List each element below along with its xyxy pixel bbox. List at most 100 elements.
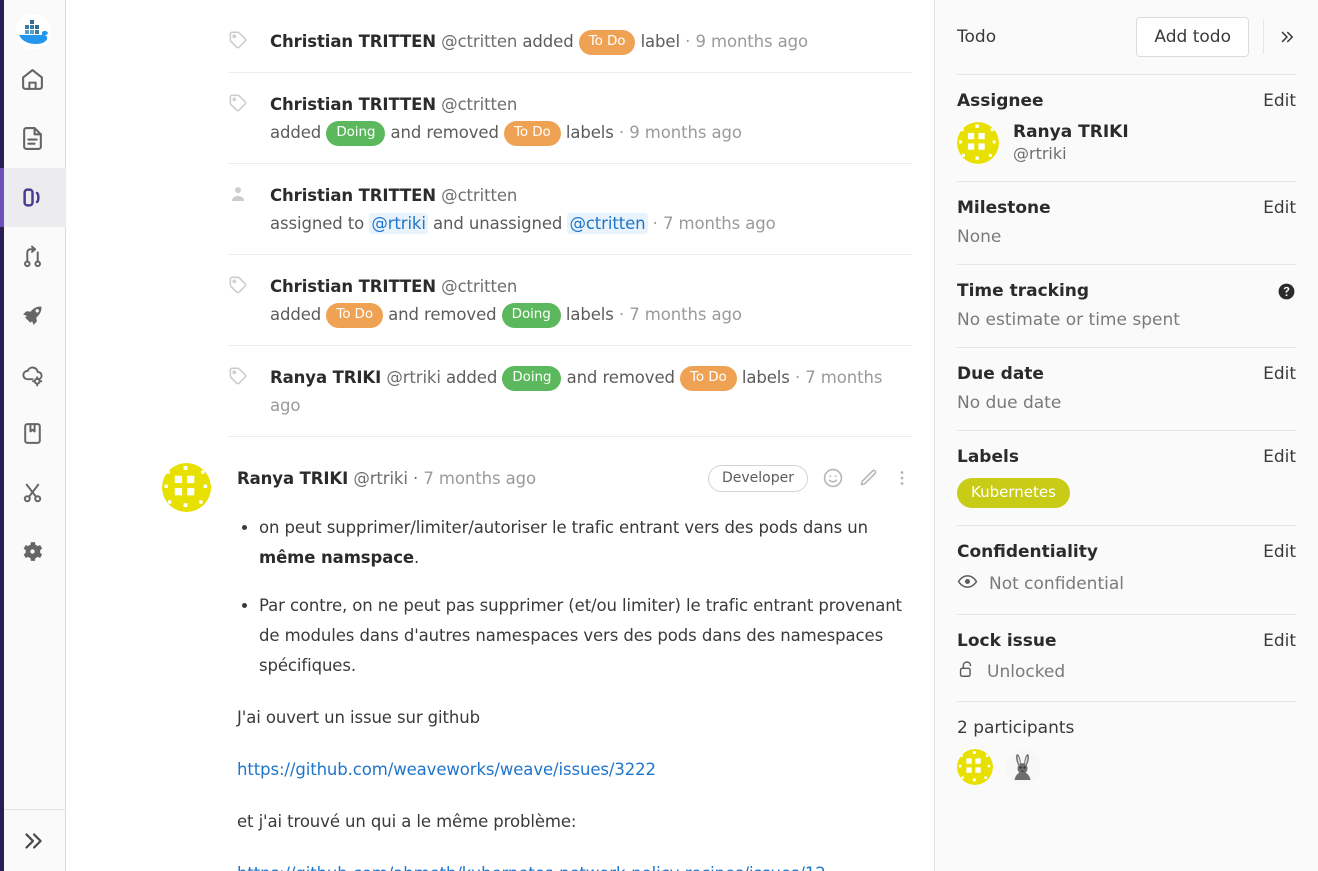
merge-request-icon — [24, 245, 41, 268]
sidebar-item-packages[interactable] — [0, 404, 66, 463]
avatar-participant-rabbit[interactable] — [1005, 749, 1041, 785]
sidebar-item-issues[interactable] — [0, 168, 66, 227]
collapse-sidebar-button[interactable] — [1263, 20, 1296, 54]
sidebar-item-snippets[interactable] — [0, 463, 66, 522]
assignee-info: Ranya TRIKI @rtriki — [1013, 121, 1129, 164]
cloud-gear-icon — [22, 366, 43, 387]
avatar-ranya-triki[interactable] — [162, 463, 211, 512]
milestone-header: Milestone Edit — [957, 198, 1296, 218]
note-handle[interactable]: @ctritten — [441, 186, 517, 205]
label-pill-todo[interactable]: To Do — [680, 366, 737, 391]
assignee-handle[interactable]: @rtriki — [1013, 143, 1129, 164]
label-pill-todo[interactable]: To Do — [578, 30, 636, 55]
note-author: Christian TRITTEN — [270, 186, 437, 205]
note-action-suffix: labels — [565, 123, 614, 142]
sidebar-assignee-block: Assignee Edit Ranya TRIKI @rtriki — [957, 74, 1296, 181]
labels-title: Labels — [957, 447, 1019, 467]
comment-actions: Developer — [707, 464, 912, 492]
edit-labels-link[interactable]: Edit — [1263, 447, 1296, 467]
sidebar-milestone-block: Milestone Edit None — [957, 181, 1296, 264]
label-pill-doing[interactable]: Doing — [326, 121, 386, 146]
edit-confidentiality-link[interactable]: Edit — [1263, 542, 1296, 562]
project-nav-rail — [0, 0, 66, 871]
github-issue-link-2[interactable]: https://github.com/ahmetb/kubernetes-net… — [237, 864, 826, 871]
github-issue-link-1[interactable]: https://github.com/weaveworks/weave/issu… — [237, 760, 656, 779]
comment-main: Ranya TRIKI @rtriki · 7 months ago Devel… — [237, 463, 912, 871]
label-pill-kubernetes[interactable]: Kubernetes — [957, 478, 1070, 508]
note-action-suffix: label — [640, 32, 681, 51]
mention-unassigned[interactable]: @ctritten — [567, 213, 648, 234]
document-icon — [23, 127, 42, 150]
note-author: Christian TRITTEN — [270, 32, 437, 51]
rocket-icon — [23, 306, 42, 325]
expand-nav-button[interactable] — [0, 809, 66, 871]
note-handle[interactable]: @ctritten — [441, 277, 517, 296]
label-pill-todo[interactable]: To Do — [504, 121, 561, 146]
add-todo-button[interactable]: Add todo — [1136, 17, 1249, 57]
confidentiality-header: Confidentiality Edit — [957, 542, 1296, 562]
sidebar-item-merge-requests[interactable] — [0, 227, 66, 286]
note-action-mid: and removed — [388, 305, 497, 324]
issue-page: Christian TRITTEN @ctritten added To Do … — [0, 0, 1318, 871]
question-circle-icon[interactable] — [1277, 282, 1296, 301]
system-note: Ranya TRIKI @rtriki added Doing and remo… — [228, 346, 912, 437]
chevron-double-right-icon — [24, 832, 42, 849]
more-vertical-icon[interactable] — [892, 468, 912, 488]
labels-header: Labels Edit — [957, 447, 1296, 467]
avatar-participant-ranya[interactable] — [957, 749, 993, 785]
docker-whale-logo[interactable] — [14, 14, 51, 50]
label-pill-doing[interactable]: Doing — [501, 303, 561, 328]
avatar-ranya-triki[interactable] — [957, 121, 999, 164]
person-icon — [228, 182, 250, 208]
time-tracking-header: Time tracking — [957, 281, 1296, 301]
unlock-icon — [957, 660, 976, 684]
chevron-double-right-icon — [1281, 31, 1294, 43]
assignee-row: Ranya TRIKI @rtriki — [957, 121, 1296, 164]
time-tracking-title: Time tracking — [957, 281, 1090, 301]
time-tracking-value: No estimate or time spent — [957, 310, 1180, 330]
note-separator: · — [652, 214, 658, 233]
comment-handle[interactable]: @rtriki — [353, 469, 408, 488]
confidentiality-value-row: Not confidential — [957, 571, 1296, 597]
due-date-header: Due date Edit — [957, 364, 1296, 384]
comment-link-paragraph: https://github.com/weaveworks/weave/issu… — [237, 755, 912, 785]
label-pill-doing[interactable]: Doing — [502, 366, 562, 391]
participants-title: 2 participants — [957, 718, 1075, 738]
tag-icon — [228, 364, 250, 390]
system-note-text: Christian TRITTEN @ctritten added Doing … — [270, 91, 742, 147]
milestone-title: Milestone — [957, 198, 1051, 218]
sidebar-confidentiality-block: Confidentiality Edit Not confidential — [957, 525, 1296, 614]
edit-due-date-link[interactable]: Edit — [1263, 364, 1296, 384]
emoji-smiley-icon[interactable] — [822, 467, 844, 489]
tag-icon — [228, 28, 250, 54]
confidentiality-value: Not confidential — [989, 574, 1124, 594]
system-note: Christian TRITTEN @ctritten added To Do … — [228, 0, 912, 73]
sidebar-item-repository[interactable] — [0, 109, 66, 168]
edit-lock-issue-link[interactable]: Edit — [1263, 631, 1296, 651]
comment-separator: · — [413, 468, 419, 488]
note-action-mid: and unassigned — [433, 214, 563, 233]
sidebar-item-settings[interactable] — [0, 522, 66, 581]
bullet-text: Par contre, on ne peut pas supprimer (et… — [259, 596, 902, 675]
note-handle[interactable]: @ctritten — [441, 95, 517, 114]
issue-sidebar: Todo Add todo Assignee Edit Ranya TRIKI … — [934, 0, 1318, 871]
note-handle[interactable]: @ctritten — [441, 32, 517, 51]
note-handle[interactable]: @rtriki — [386, 368, 441, 387]
sidebar-item-cicd[interactable] — [0, 286, 66, 345]
issue-discussion: Christian TRITTEN @ctritten added To Do … — [66, 0, 934, 871]
mention-assigned[interactable]: @rtriki — [369, 213, 428, 234]
comment-author: Ranya TRIKI — [237, 468, 349, 488]
due-date-title: Due date — [957, 364, 1044, 384]
milestone-value: None — [957, 227, 1002, 247]
edit-assignee-link[interactable]: Edit — [1263, 91, 1296, 111]
bullet-text: on peut supprimer/limiter/autoriser le t… — [259, 518, 868, 537]
edit-milestone-link[interactable]: Edit — [1263, 198, 1296, 218]
list-item: Par contre, on ne peut pas supprimer (et… — [259, 591, 912, 681]
pencil-icon[interactable] — [858, 468, 878, 488]
sidebar-todo-header: Todo Add todo — [957, 0, 1296, 74]
comment-body: on peut supprimer/limiter/autoriser le t… — [237, 513, 912, 871]
sidebar-item-project-home[interactable] — [0, 50, 66, 109]
label-pill-todo[interactable]: To Do — [326, 303, 384, 328]
sidebar-item-operations[interactable] — [0, 345, 66, 404]
due-date-value: No due date — [957, 393, 1062, 413]
